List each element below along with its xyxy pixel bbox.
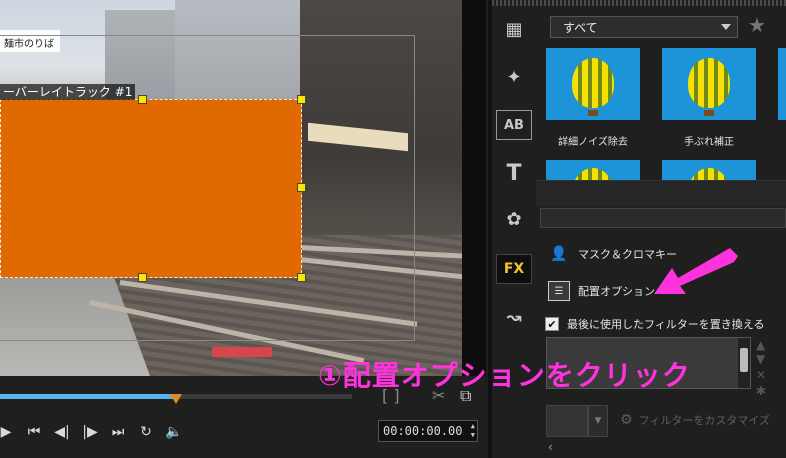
add-favorite-icon[interactable]: ★ bbox=[748, 13, 766, 37]
go-start-icon[interactable]: ⏮ bbox=[20, 419, 48, 445]
replace-filter-label: 最後に使用したフィルターを置き換える bbox=[567, 318, 765, 331]
delete-icon[interactable]: ✕ bbox=[756, 368, 766, 382]
thumbnail-label: 詳細ノイズ除去 bbox=[558, 137, 628, 148]
resize-handle[interactable] bbox=[138, 273, 147, 282]
preview-window[interactable]: 麺市のりば ーバーレイトラック #1 bbox=[0, 0, 462, 376]
fx-filter-icon[interactable]: FX bbox=[496, 254, 532, 284]
overlay-track-label: ーバーレイトラック #1 bbox=[0, 84, 136, 100]
panel-grip[interactable] bbox=[492, 0, 786, 6]
repeat-icon[interactable]: ↻ bbox=[132, 419, 160, 445]
placement-option[interactable]: ☰ 配置オプション bbox=[548, 279, 655, 303]
title-icon[interactable]: T bbox=[496, 158, 532, 188]
customize-filter-label: フィルターをカスタマイズ bbox=[638, 414, 771, 427]
resize-handle[interactable] bbox=[297, 273, 306, 282]
move-up-icon[interactable]: ▲ bbox=[756, 338, 765, 352]
red-sign bbox=[212, 347, 272, 357]
replace-filter-option[interactable]: ✔ 最後に使用したフィルターを置き換える bbox=[545, 315, 764, 333]
path-icon[interactable]: ↝ bbox=[496, 302, 532, 332]
timecode-value: 00:00:00.00 bbox=[383, 424, 463, 438]
category-select-value: すべて bbox=[563, 20, 598, 35]
filter-thumbnail[interactable] bbox=[662, 48, 756, 120]
volume-icon[interactable]: 🔈 bbox=[160, 419, 188, 445]
chevron-down-icon bbox=[721, 24, 731, 30]
graphics-icon[interactable]: ✿ bbox=[496, 204, 532, 234]
transport-controls: ▶ ⏮ ◀| |▶ ⏭ ↻ 🔈 bbox=[0, 419, 188, 445]
scrub-progress bbox=[0, 394, 176, 399]
balloon-image bbox=[688, 168, 730, 180]
list-scrollbar[interactable] bbox=[738, 338, 750, 388]
placement-label: 配置オプション bbox=[578, 285, 655, 298]
media-library-icon[interactable]: ▦ bbox=[496, 14, 532, 44]
editor-window: 麺市のりば ーバーレイトラック #1 [ ] ✂ ⧉ ▶ ⏮ ◀| |▶ ⏭ ↻… bbox=[0, 0, 786, 458]
balloon-image bbox=[572, 168, 614, 180]
instant-project-icon[interactable]: ✦ bbox=[496, 62, 532, 92]
options-panel-header bbox=[536, 180, 786, 206]
scrub-handle[interactable] bbox=[170, 394, 182, 404]
customize-filter-button[interactable]: ⚙ フィルターをカスタマイズ bbox=[620, 412, 770, 428]
replace-filter-checkbox[interactable]: ✔ bbox=[545, 317, 559, 331]
filter-thumbnail[interactable] bbox=[546, 160, 640, 180]
balloon-image bbox=[688, 58, 730, 108]
annotation-arrow bbox=[654, 248, 738, 294]
resize-handle[interactable] bbox=[297, 183, 306, 192]
preset-select[interactable] bbox=[546, 405, 588, 437]
settings-icon[interactable]: ✱ bbox=[756, 384, 766, 398]
annotation-text: ①配置オプションをクリック bbox=[318, 359, 691, 392]
chevron-left-icon[interactable]: ‹ bbox=[548, 440, 553, 454]
timecode-spinner-icon[interactable]: ▲ ▼ bbox=[471, 422, 475, 440]
next-frame-icon[interactable]: |▶ bbox=[76, 419, 104, 445]
transition-icon[interactable]: AB bbox=[496, 110, 532, 140]
options-field[interactable] bbox=[540, 208, 786, 228]
play-icon[interactable]: ▶ bbox=[0, 419, 20, 445]
overlay-clip[interactable] bbox=[0, 99, 302, 278]
preview-letterbox bbox=[462, 0, 486, 376]
mask-icon: 👤 bbox=[550, 246, 568, 262]
category-select[interactable]: すべて bbox=[550, 16, 738, 38]
scrollbar-thumb[interactable] bbox=[740, 348, 748, 372]
balloon-basket bbox=[704, 110, 714, 116]
customize-icon: ⚙ bbox=[620, 412, 633, 428]
move-down-icon[interactable]: ▼ bbox=[756, 352, 765, 366]
filter-thumbnail[interactable] bbox=[546, 48, 640, 120]
timecode-field[interactable]: 00:00:00.00 ▲ ▼ bbox=[378, 420, 478, 442]
balloon-image bbox=[572, 58, 614, 108]
balloon-basket bbox=[588, 110, 598, 116]
filter-thumbnail[interactable] bbox=[778, 48, 786, 120]
prev-frame-icon[interactable]: ◀| bbox=[48, 419, 76, 445]
chevron-down-icon[interactable]: ▼ bbox=[588, 405, 608, 437]
placement-icon: ☰ bbox=[548, 281, 570, 301]
resize-handle[interactable] bbox=[297, 95, 306, 104]
filter-thumbnail[interactable] bbox=[662, 160, 756, 180]
go-end-icon[interactable]: ⏭ bbox=[104, 419, 132, 445]
thumbnail-label: 手ぶれ補正 bbox=[684, 137, 734, 148]
resize-handle[interactable] bbox=[138, 95, 147, 104]
